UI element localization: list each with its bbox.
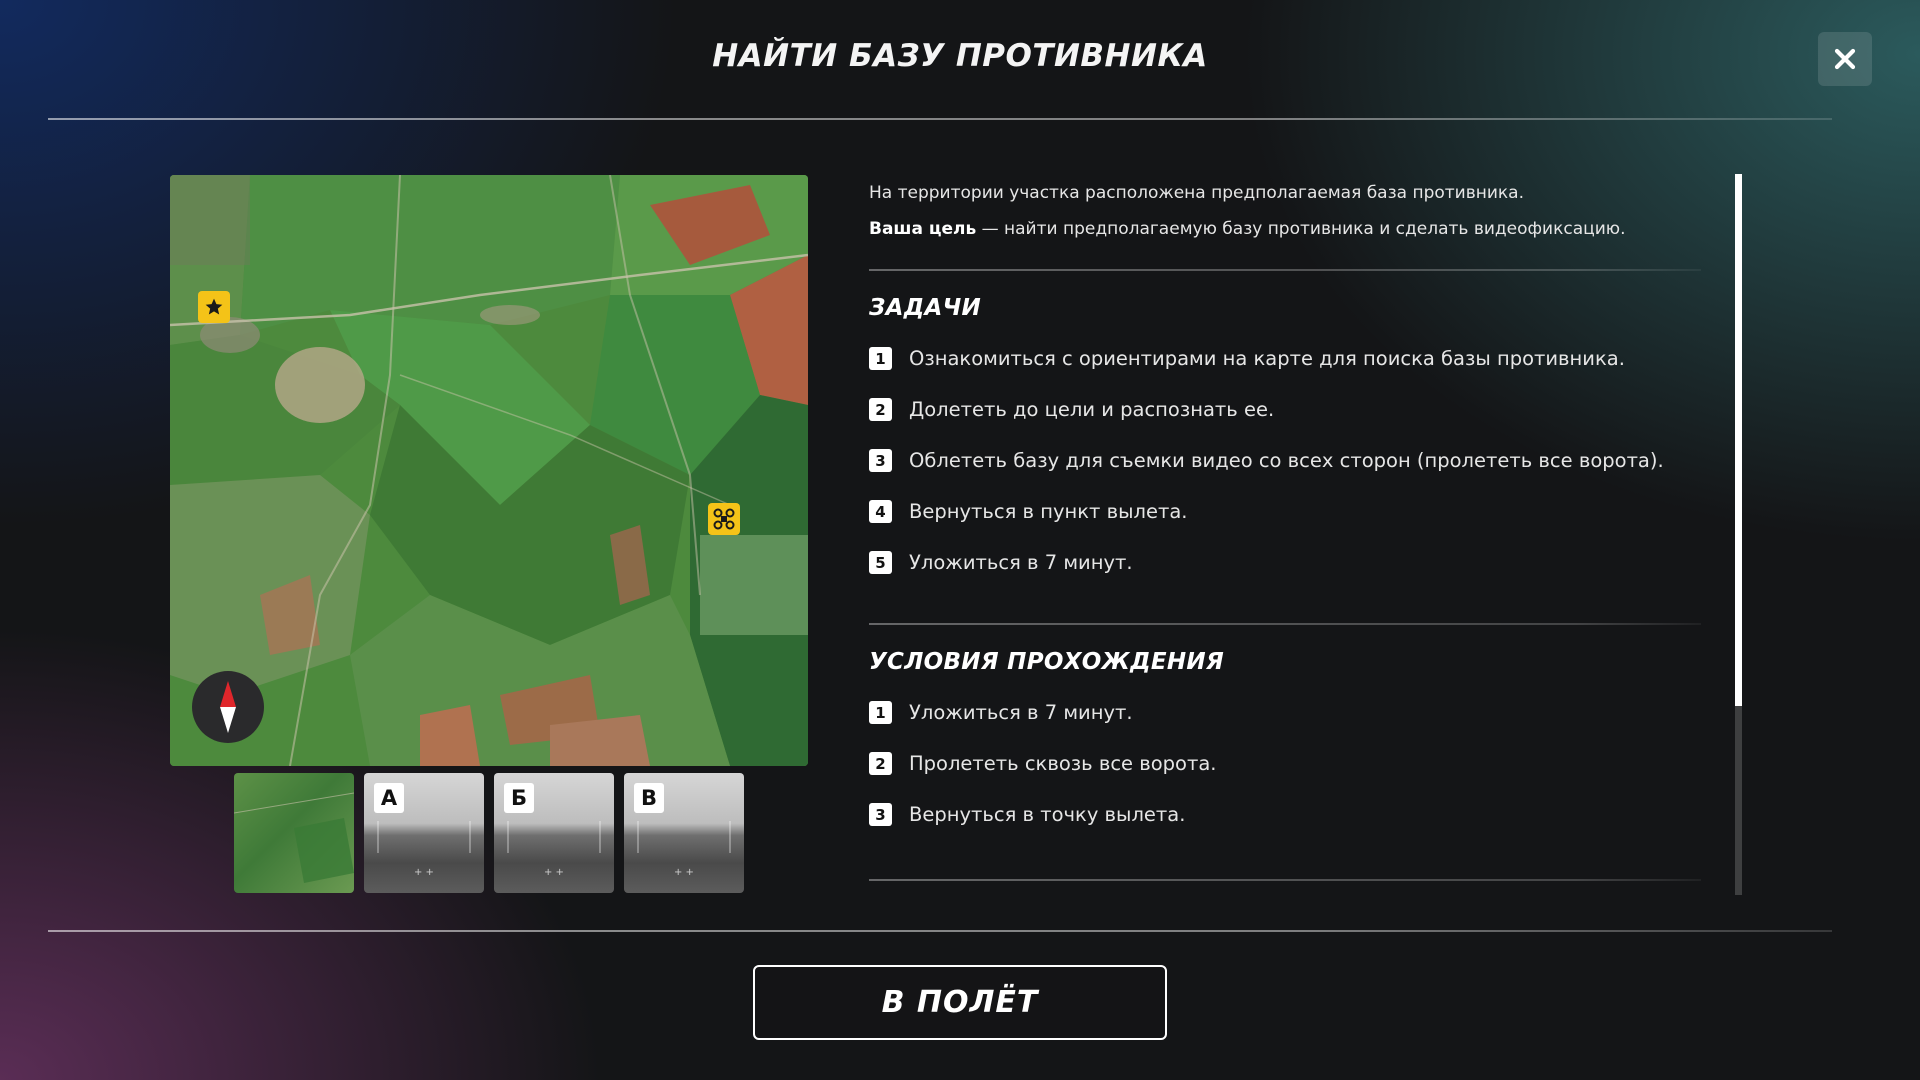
conditions-list: 1 Уложиться в 7 минут. 2 Пролететь сквозь … (869, 687, 1701, 840)
item-number: 3 (869, 803, 892, 826)
conditions-title: УСЛОВИЯ ПРОХОЖДЕНИЯ (869, 649, 1224, 675)
svg-text:+ +: + + (544, 867, 564, 878)
item-text: Долететь до цели и распознать ее. (909, 398, 1275, 421)
item-text: Вернуться в пункт вылета. (909, 500, 1188, 523)
section-divider (869, 879, 1701, 881)
item-number: 5 (869, 551, 892, 574)
item-number: 4 (869, 500, 892, 523)
tasks-title: ЗАДАЧИ (869, 295, 982, 321)
item-number: 1 (869, 701, 892, 724)
list-item: 3 Облететь базу для съемки видео со всех … (869, 435, 1701, 486)
page-title: НАЙТИ БАЗУ ПРОТИВНИКА (712, 38, 1208, 74)
goal-text: — найти предполагаемую базу противника и… (976, 219, 1626, 239)
item-number: 3 (869, 449, 892, 472)
item-text: Ознакомиться с ориентирами на карте для … (909, 347, 1625, 370)
list-item: 4 Вернуться в пункт вылета. (869, 486, 1701, 537)
goal-line: Ваша цель — найти предполагаемую базу пр… (869, 211, 1701, 247)
camera-hud: + + (377, 821, 471, 878)
satellite-map[interactable] (170, 175, 808, 766)
drone-marker[interactable] (708, 503, 740, 535)
list-item: 5 Уложиться в 7 минут. (869, 537, 1701, 588)
compass-icon (220, 681, 236, 733)
mission-description: На территории участка расположена предпо… (869, 175, 1701, 881)
item-number: 1 (869, 347, 892, 370)
thumbnail-camera-v[interactable]: В + + (624, 773, 744, 893)
star-icon (205, 298, 223, 315)
camera-hud: + + (637, 821, 731, 878)
thumbnail-camera-a[interactable]: А + + (364, 773, 484, 893)
intro-line: На территории участка расположена предпо… (869, 183, 1524, 203)
item-text: Облететь базу для съемки видео со всех с… (909, 449, 1664, 472)
map-thumbnail-image (234, 792, 354, 883)
goal-label: Ваша цель (869, 219, 977, 239)
start-point-marker[interactable] (198, 291, 230, 323)
tasks-list: 1 Ознакомиться с ориентирами на карте для… (869, 333, 1701, 588)
thumbnail-strip: А + + Б + + В + + (234, 773, 744, 893)
footer-divider (48, 930, 1832, 932)
close-icon (1834, 48, 1856, 70)
item-text: Вернуться в точку вылета. (909, 803, 1186, 826)
list-item: 2 Долететь до цели и распознать ее. (869, 384, 1701, 435)
list-item: 1 Уложиться в 7 минут. (869, 687, 1701, 738)
compass (192, 671, 264, 743)
item-text: Пролететь сквозь все ворота. (909, 752, 1217, 775)
section-divider (869, 623, 1701, 625)
start-flight-button[interactable]: В ПОЛЁТ (753, 965, 1167, 1040)
camera-hud: + + (507, 821, 601, 878)
thumbnail-camera-b[interactable]: Б + + (494, 773, 614, 893)
section-divider (869, 269, 1701, 271)
item-text: Уложиться в 7 минут. (909, 701, 1133, 724)
item-number: 2 (869, 398, 892, 421)
drone-icon (713, 508, 735, 530)
close-button[interactable] (1818, 32, 1872, 86)
map-terrain (170, 175, 808, 766)
list-item: 3 Вернуться в точку вылета. (869, 789, 1701, 840)
svg-text:+ +: + + (414, 867, 434, 878)
intro-text: На территории участка расположена предпо… (869, 175, 1701, 247)
item-number: 2 (869, 752, 892, 775)
thumbnail-map[interactable] (234, 773, 354, 893)
list-item: 1 Ознакомиться с ориентирами на карте для… (869, 333, 1701, 384)
header-divider (48, 118, 1832, 120)
list-item: 2 Пролететь сквозь все ворота. (869, 738, 1701, 789)
scrollbar-thumb[interactable] (1735, 174, 1742, 706)
item-text: Уложиться в 7 минут. (909, 551, 1133, 574)
svg-text:+ +: + + (674, 867, 694, 878)
